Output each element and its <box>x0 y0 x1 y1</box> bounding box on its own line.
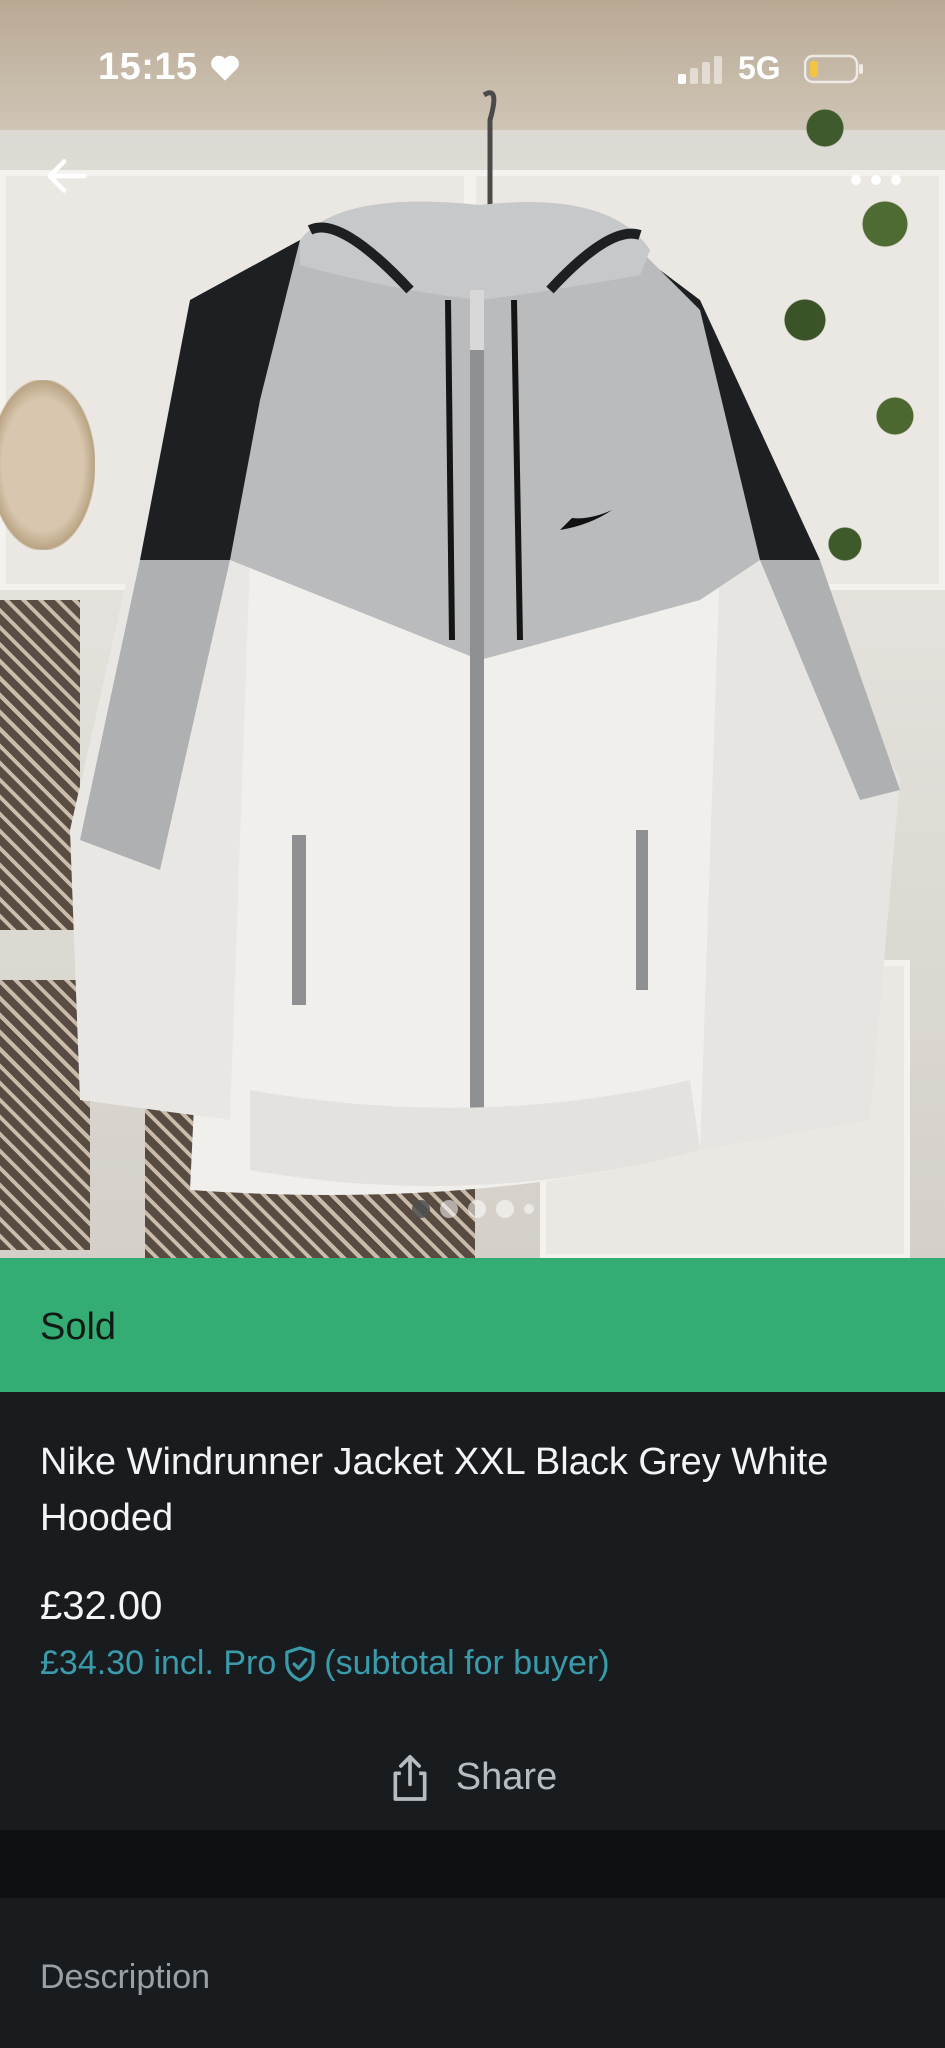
network-type: 5G <box>738 50 781 86</box>
sold-banner: Sold <box>0 1258 945 1392</box>
listing-price: £32.00 <box>40 1584 163 1628</box>
section-divider <box>0 1830 945 1898</box>
status-bar: 15:15 5G <box>0 0 945 130</box>
gallery-dot[interactable] <box>411 1200 430 1218</box>
share-label: Share <box>455 1755 558 1798</box>
share-button[interactable]: Share <box>0 1742 945 1812</box>
gallery-dot[interactable] <box>495 1200 514 1218</box>
battery-icon <box>803 54 864 89</box>
arrow-left-icon <box>47 159 87 193</box>
listing-title: Nike Windrunner Jacket XXL Black Grey Wh… <box>40 1441 829 1539</box>
gallery-dot[interactable] <box>467 1200 486 1218</box>
listing-info: Nike Windrunner Jacket XXL Black Grey Wh… <box>0 1392 945 1830</box>
heart-icon <box>208 52 242 87</box>
gallery-dot[interactable] <box>439 1200 458 1218</box>
description-heading: Description <box>40 1958 211 1996</box>
status-time: 15:15 <box>98 46 198 88</box>
shield-check-icon <box>285 1645 316 1682</box>
share-icon <box>393 1755 427 1801</box>
signal-icon <box>676 54 726 89</box>
more-options-button[interactable] <box>846 160 906 200</box>
listing-photo[interactable]: 15:15 5G <box>0 0 945 1258</box>
gallery-indicator <box>0 1200 945 1218</box>
buyer-price[interactable]: £34.30 incl. Pro (subtotal for buyer) <box>40 1644 610 1683</box>
buyer-price-note: (subtotal for buyer) <box>324 1644 610 1682</box>
more-horizontal-icon <box>851 175 901 185</box>
gallery-dot[interactable] <box>523 1204 534 1214</box>
description-section: Description <box>0 1898 945 2048</box>
back-button[interactable] <box>40 150 92 202</box>
jacket-image <box>70 90 900 1195</box>
buyer-price-amount: £34.30 incl. Pro <box>40 1644 277 1682</box>
sold-status: Sold <box>40 1306 117 1348</box>
